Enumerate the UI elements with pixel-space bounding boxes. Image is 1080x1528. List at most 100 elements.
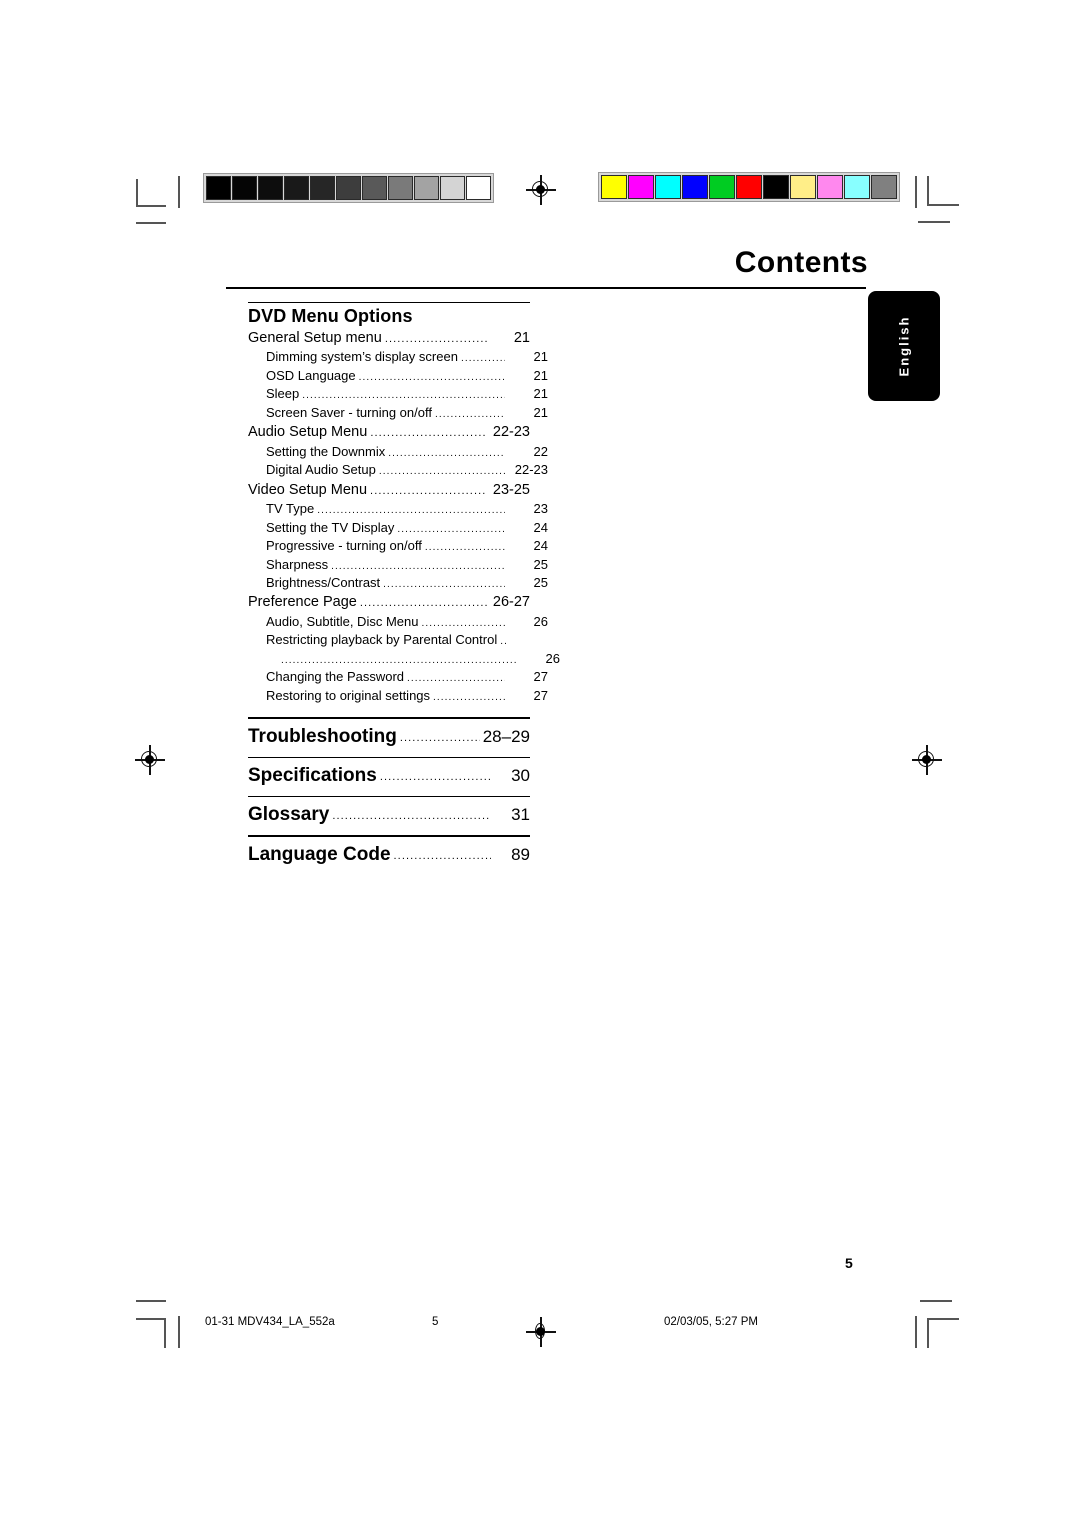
toc-entry-page: 26 [545, 650, 560, 666]
toc-entry-page: 23-25 [492, 481, 530, 498]
toc-entry-page: 22-23 [492, 424, 530, 441]
color-calibration-bar [598, 172, 900, 202]
crop-mark-top-left-vertical [136, 179, 138, 207]
toc-entry-page: 26-27 [492, 594, 530, 611]
gray-swatch [466, 176, 491, 200]
gray-swatch [440, 176, 465, 200]
crop-mark-bottom-left-vertical [164, 1318, 166, 1348]
toc-entry[interactable]: Audio Setup Menu........................… [248, 422, 530, 443]
toc-entry-page: 21 [533, 349, 548, 365]
gray-swatch [336, 176, 361, 200]
registration-mark-bottom-center [526, 1317, 556, 1347]
toc-entry[interactable]: Brightness/Contrast.....................… [248, 574, 548, 592]
toc-entry-label: Brightness/Contrast [266, 574, 381, 590]
toc-section-label: Specifications [248, 765, 377, 787]
toc-entry-list: General Setup menu......................… [248, 328, 560, 706]
toc-section-language-code[interactable]: Language Code ..........................… [248, 837, 530, 875]
toc-section-page: 28–29 [482, 726, 530, 746]
toc-entry-page: 24 [533, 519, 548, 535]
toc-entry[interactable]: Setting the TV Display..................… [248, 519, 548, 537]
crop-mark-top-right-trim [927, 176, 929, 206]
dot-leader: ........................................… [370, 427, 487, 440]
toc-entry-page: 23 [533, 501, 548, 517]
toc-entry-page: 26 [533, 613, 548, 629]
dot-leader: ........................................… [397, 523, 505, 535]
toc-entry[interactable]: ........................................… [248, 650, 560, 668]
gray-swatch [258, 176, 283, 200]
table-of-contents: DVD Menu Options General Setup menu.....… [248, 302, 560, 875]
toc-entry[interactable]: Preference Page.........................… [248, 592, 530, 613]
toc-entry-label: Setting the Downmix [266, 443, 386, 459]
toc-entry[interactable]: OSD Language............................… [248, 367, 548, 385]
toc-entry-label: Digital Audio Setup [266, 462, 376, 478]
crop-mark-top-left-trim [178, 176, 180, 208]
toc-entry-label: Audio Setup Menu [248, 424, 368, 441]
dot-leader: ........................................… [424, 542, 505, 554]
toc-section-label: Troubleshooting [248, 725, 397, 747]
toc-entry[interactable]: Changing the Password...................… [248, 668, 548, 686]
toc-entry[interactable]: Audio, Subtitle, Disc Menu..............… [248, 613, 548, 631]
toc-entry[interactable]: TV Type.................................… [248, 500, 548, 518]
toc-entry-page: 27 [533, 687, 548, 703]
toc-entry-page: 21 [513, 329, 530, 346]
dot-leader: ........................................… [302, 390, 505, 402]
toc-entry[interactable]: Progressive - turning on/off............… [248, 537, 548, 555]
toc-section-label: Language Code [248, 843, 391, 865]
language-tab-english: English [868, 291, 940, 401]
toc-section-page: 89 [511, 844, 530, 864]
dot-leader: ........................................… [331, 560, 505, 572]
toc-entry[interactable]: General Setup menu......................… [248, 328, 530, 349]
dot-leader: ........................................… [332, 810, 491, 823]
toc-entry[interactable]: Restricting playback by Parental Control… [248, 631, 548, 649]
toc-section-label: Glossary [248, 804, 330, 826]
toc-entry-label: Video Setup Menu [248, 481, 368, 498]
toc-entry[interactable]: Sharpness...............................… [248, 556, 548, 574]
color-swatch [736, 175, 762, 199]
page-number: 5 [845, 1255, 853, 1271]
crop-mark-top-right-horizontal [927, 204, 959, 206]
toc-entry[interactable]: Video Setup Menu........................… [248, 480, 530, 501]
dot-leader: ........................................… [500, 636, 506, 648]
dot-leader: ........................................… [399, 731, 480, 744]
crop-mark-top-right-bleed [918, 221, 950, 223]
gray-swatch [206, 176, 231, 200]
dot-leader: ........................................… [433, 691, 505, 703]
language-tab-label: English [896, 315, 912, 377]
toc-entry-label: Restoring to original settings [266, 687, 431, 703]
toc-entry-label: General Setup menu [248, 329, 382, 346]
toc-entry-label: Sleep [266, 386, 300, 402]
gray-swatch [388, 176, 413, 200]
gray-swatch [284, 176, 309, 200]
dot-leader: ........................................… [379, 771, 491, 784]
header-divider [226, 287, 866, 289]
toc-entry[interactable]: Dimming system’s display screen.........… [248, 348, 548, 366]
gray-swatch [414, 176, 439, 200]
color-swatch [844, 175, 870, 199]
dot-leader: ........................................… [460, 353, 505, 365]
dot-leader: ........................................… [388, 447, 505, 459]
toc-section-specifications[interactable]: Specifications .........................… [248, 758, 530, 796]
dot-leader: ........................................… [421, 617, 505, 629]
dot-leader: ........................................… [383, 578, 505, 590]
toc-entry[interactable]: Digital Audio Setup.....................… [248, 461, 548, 479]
color-swatch [601, 175, 627, 199]
dot-leader: ........................................… [317, 505, 505, 517]
toc-entry-label: Progressive - turning on/off [266, 538, 422, 554]
toc-entry[interactable]: Screen Saver - turning on/off...........… [248, 404, 548, 422]
color-swatch [817, 175, 843, 199]
crop-mark-bottom-right-trim [915, 1316, 917, 1348]
footer-filename: 01-31 MDV434_LA_552a [205, 1316, 335, 1328]
toc-section-glossary[interactable]: Glossary ...............................… [248, 797, 530, 835]
toc-entry[interactable]: Sleep...................................… [248, 385, 548, 403]
toc-section-troubleshooting[interactable]: Troubleshooting ........................… [248, 719, 530, 757]
registration-mark-top-center [526, 175, 556, 205]
toc-entry-label: Preference Page [248, 594, 357, 611]
toc-entry-label: Dimming system’s display screen [266, 349, 458, 365]
crop-mark-bottom-right-horizontal [927, 1318, 959, 1320]
toc-entry[interactable]: Restoring to original settings..........… [248, 687, 548, 705]
toc-entry-page: 21 [533, 367, 548, 383]
crop-mark-bottom-left-bleed [136, 1300, 166, 1302]
dot-leader: ........................................… [384, 332, 487, 345]
toc-entry[interactable]: Setting the Downmix.....................… [248, 443, 548, 461]
page-title: Contents [734, 246, 868, 279]
